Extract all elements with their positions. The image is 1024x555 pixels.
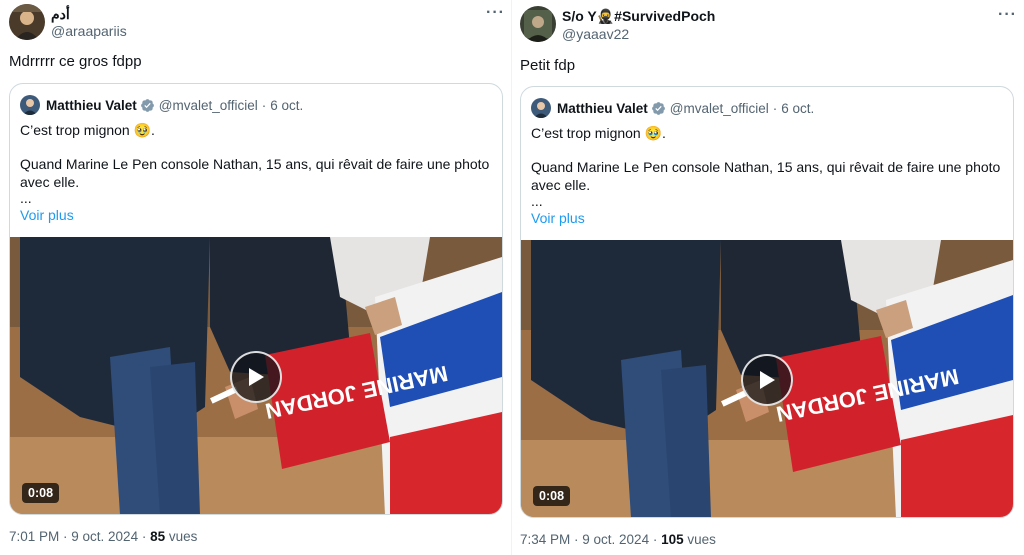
tweet-card[interactable]: أدم @araapariis ··· Mdrrrrr ce gros fdpp… bbox=[0, 0, 512, 555]
show-more-link[interactable]: Voir plus bbox=[531, 210, 585, 226]
quoted-author-name[interactable]: Matthieu Valet bbox=[46, 98, 137, 113]
column-divider bbox=[511, 0, 512, 555]
quoted-text-ellipsis: ... bbox=[531, 193, 543, 209]
verified-icon bbox=[140, 98, 154, 112]
views-count: 105 bbox=[661, 532, 684, 547]
quoted-tweet[interactable]: Matthieu Valet @mvalet_officiel · 6 oct.… bbox=[9, 83, 503, 515]
more-options-button[interactable]: ··· bbox=[486, 4, 505, 22]
quoted-text-line1: C’est trop mignon 🥹. bbox=[531, 125, 666, 141]
tweet-metadata: 7:01 PM · 9 oct. 2024 · 85 vues bbox=[9, 529, 197, 544]
views-label: vues bbox=[165, 529, 198, 544]
play-button[interactable] bbox=[741, 354, 793, 406]
quoted-date[interactable]: 6 oct. bbox=[781, 101, 814, 116]
views-label: vues bbox=[683, 532, 716, 547]
quoted-author-handle[interactable]: @mvalet_officiel bbox=[670, 101, 769, 116]
play-icon bbox=[760, 371, 775, 389]
quoted-date[interactable]: 6 oct. bbox=[270, 98, 303, 113]
quoted-text-line1: C’est trop mignon 🥹. bbox=[20, 122, 155, 138]
tweet-metadata: 7:34 PM · 9 oct. 2024 · 105 vues bbox=[520, 532, 716, 547]
quoted-avatar[interactable] bbox=[531, 98, 551, 118]
quoted-avatar[interactable] bbox=[20, 95, 40, 115]
video-duration: 0:08 bbox=[22, 483, 60, 503]
quoted-tweet-header: Matthieu Valet @mvalet_officiel · 6 oct. bbox=[20, 94, 303, 116]
author-handle[interactable]: @araapariis bbox=[51, 23, 127, 39]
separator-dot: · bbox=[261, 97, 267, 113]
play-button[interactable] bbox=[230, 351, 282, 403]
author-name[interactable]: أدم bbox=[51, 6, 70, 23]
video-player[interactable]: MARINE JORDAN 0:08 bbox=[521, 240, 1013, 517]
more-options-button[interactable]: ··· bbox=[998, 6, 1017, 24]
tweet-text: Mdrrrrr ce gros fdpp bbox=[9, 53, 142, 70]
quoted-tweet-header: Matthieu Valet @mvalet_officiel · 6 oct. bbox=[531, 97, 814, 119]
quoted-text-line2: Quand Marine Le Pen console Nathan, 15 a… bbox=[531, 159, 1001, 193]
verified-icon bbox=[651, 101, 665, 115]
views-count: 85 bbox=[150, 529, 166, 544]
separator-dot: · bbox=[772, 100, 778, 116]
quoted-tweet[interactable]: Matthieu Valet @mvalet_officiel · 6 oct.… bbox=[520, 86, 1014, 518]
quoted-author-name[interactable]: Matthieu Valet bbox=[557, 101, 648, 116]
tweet-time-date[interactable]: 7:01 PM · 9 oct. 2024 · bbox=[9, 529, 150, 544]
show-more-link[interactable]: Voir plus bbox=[20, 207, 74, 223]
avatar[interactable] bbox=[520, 6, 556, 42]
video-duration: 0:08 bbox=[533, 486, 571, 506]
quoted-author-handle[interactable]: @mvalet_officiel bbox=[159, 98, 258, 113]
tweet-text: Petit fdp bbox=[520, 57, 576, 74]
quoted-text-line2: Quand Marine Le Pen console Nathan, 15 a… bbox=[20, 156, 490, 190]
tweet-time-date[interactable]: 7:34 PM · 9 oct. 2024 · bbox=[520, 532, 661, 547]
author-name[interactable]: S/o Y🥷#SurvivedPoch bbox=[562, 8, 715, 25]
avatar[interactable] bbox=[9, 4, 45, 40]
quoted-text-ellipsis: ... bbox=[20, 190, 32, 206]
play-icon bbox=[249, 368, 264, 386]
author-handle[interactable]: @yaaav22 bbox=[562, 26, 629, 42]
tweet-card[interactable]: S/o Y🥷#SurvivedPoch @yaaav22 ··· Petit f… bbox=[512, 0, 1024, 555]
video-player[interactable]: MARINE JORDAN 0:08 bbox=[10, 237, 502, 514]
